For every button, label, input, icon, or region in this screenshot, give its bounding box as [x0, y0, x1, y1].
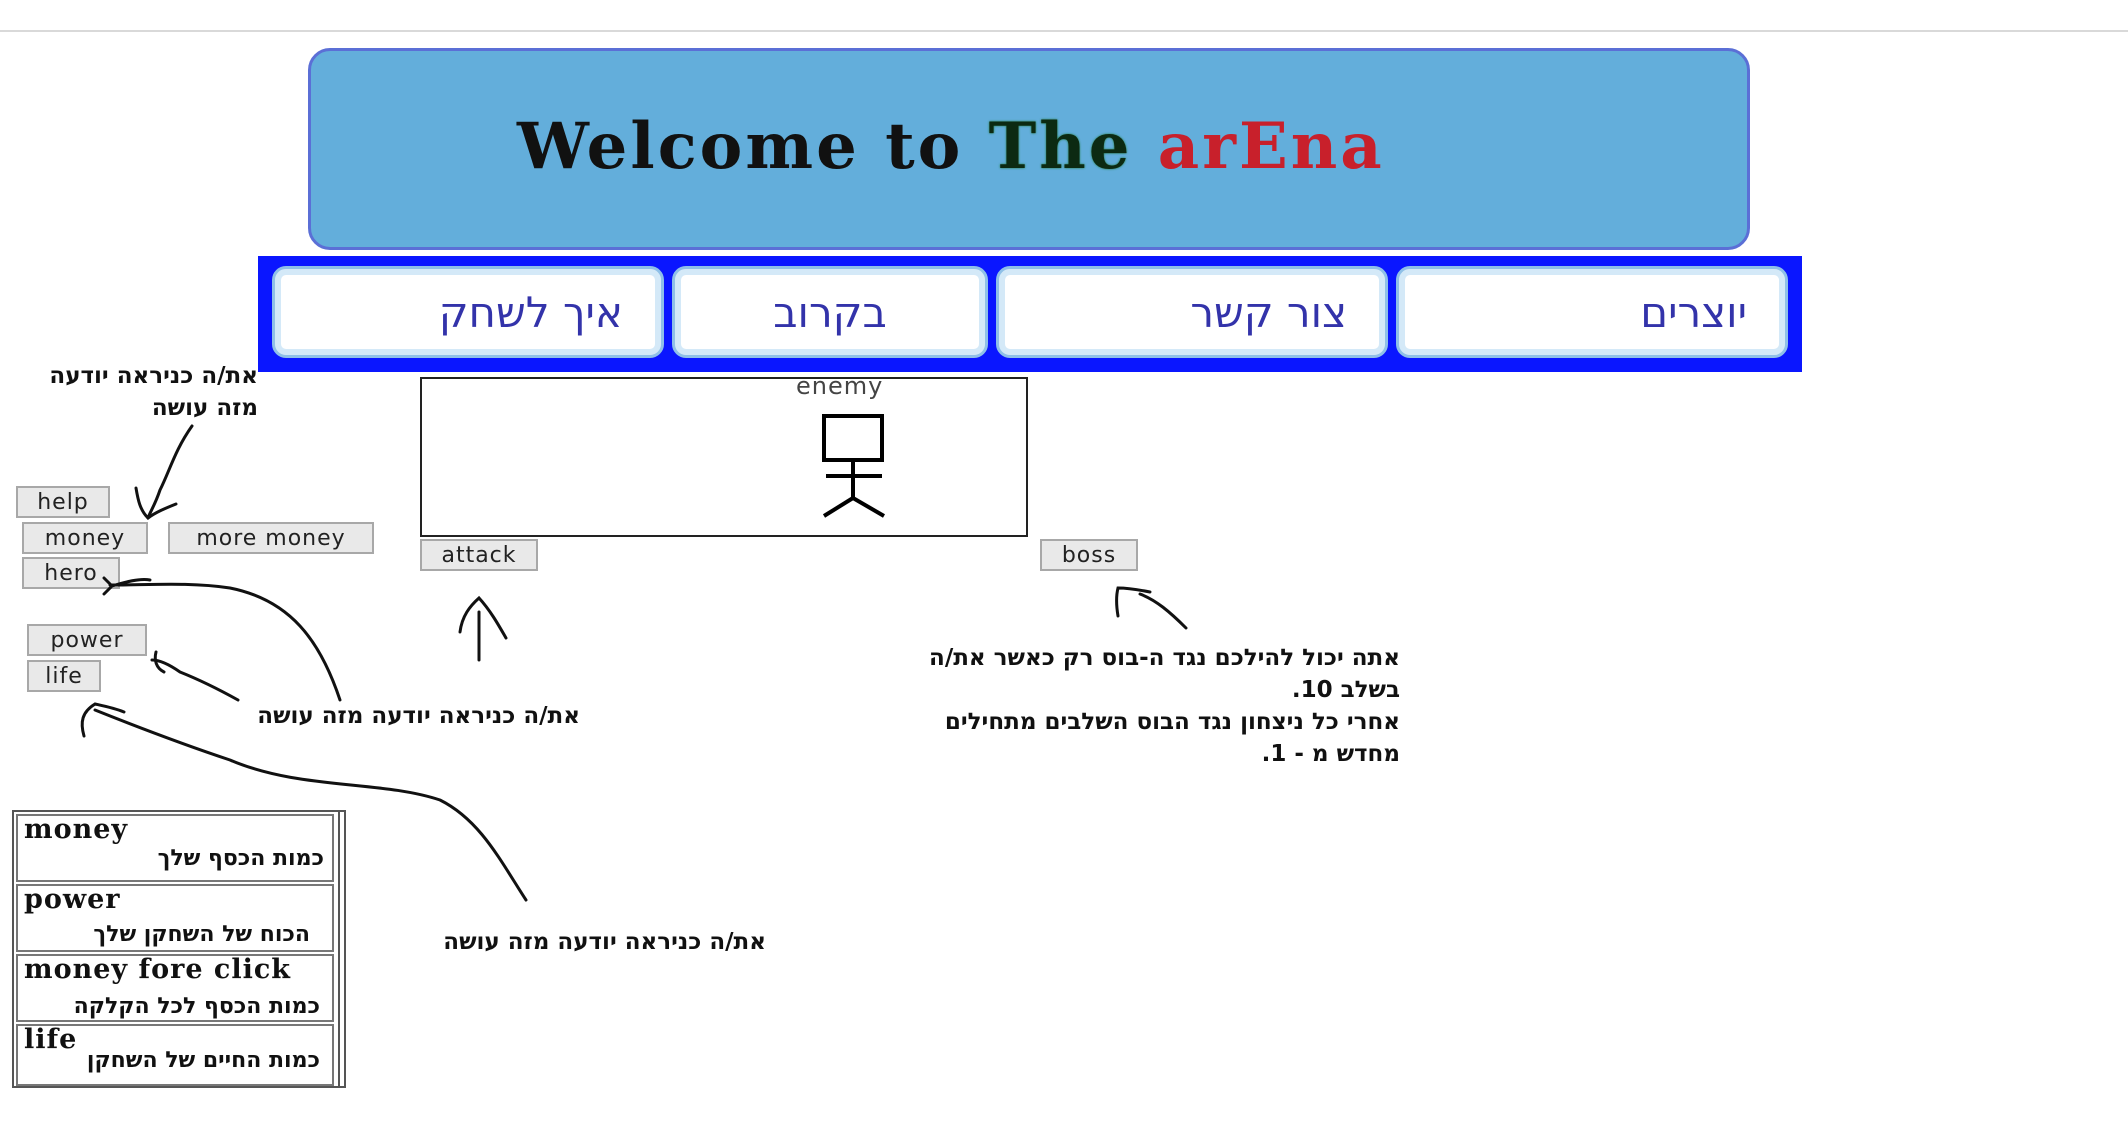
- stat-money-per-click-title: money fore click: [24, 954, 292, 985]
- nav-contact[interactable]: צור קשר: [996, 266, 1388, 358]
- stat-money-per-click-desc: כמות הכסף לכל הקלקה: [73, 994, 320, 1019]
- stat-life-desc: כמות החיים של השחקן: [86, 1048, 320, 1073]
- banner-the: The: [988, 109, 1133, 184]
- main-nav: איך לשחק בקרוב צור קשר יוצרים: [258, 256, 1802, 372]
- more-money-button[interactable]: more money: [168, 522, 374, 554]
- money-button[interactable]: money: [22, 522, 148, 554]
- enemy-area[interactable]: [420, 377, 1028, 537]
- stat-money: money כמות הכסף שלך: [16, 814, 334, 882]
- stat-life: life כמות החיים של השחקן: [16, 1024, 334, 1086]
- help-note: את/ה כניראה יודעה מזה עושה: [49, 363, 258, 421]
- banner-title: Welcome to The arEna: [517, 109, 1385, 184]
- boss-note: אתה יכול להילכם נגד ה-בוס רק כאשר את/ה ב…: [929, 645, 1400, 767]
- nav-creators[interactable]: יוצרים: [1396, 266, 1788, 358]
- stat-money-title: money: [24, 814, 129, 845]
- stat-power: power הכוח של השחקן שלך: [16, 884, 334, 952]
- life-button[interactable]: life: [27, 660, 101, 692]
- enemy-label: enemy: [796, 372, 884, 400]
- welcome-banner: Welcome to The arEna: [308, 48, 1750, 250]
- banner-prefix: Welcome to: [517, 109, 989, 184]
- nav-how-to-play[interactable]: איך לשחק: [272, 266, 664, 358]
- hero-button[interactable]: hero: [22, 557, 120, 589]
- power-button[interactable]: power: [27, 624, 147, 656]
- help-button[interactable]: help: [16, 486, 110, 518]
- attack-button[interactable]: attack: [420, 539, 538, 571]
- stat-life-title: life: [24, 1024, 78, 1055]
- top-divider: [0, 30, 2128, 32]
- nav-coming-soon[interactable]: בקרוב: [672, 266, 988, 358]
- stats-table: money כמות הכסף שלך power הכוח של השחקן …: [12, 810, 346, 1088]
- banner-arena: arEna: [1157, 109, 1385, 184]
- boss-button[interactable]: boss: [1040, 539, 1138, 571]
- stat-money-per-click: money fore click כמות הכסף לכל הקלקה: [16, 954, 334, 1022]
- stat-money-desc: כמות הכסף שלך: [157, 846, 324, 871]
- hero-note: את/ה כניראה יודעה מזה עושה: [257, 703, 580, 729]
- life-note: את/ה כניראה יודעה מזה עושה: [443, 929, 766, 955]
- stat-power-desc: הכוח של השחקן שלך: [93, 922, 310, 947]
- stat-power-title: power: [24, 884, 121, 915]
